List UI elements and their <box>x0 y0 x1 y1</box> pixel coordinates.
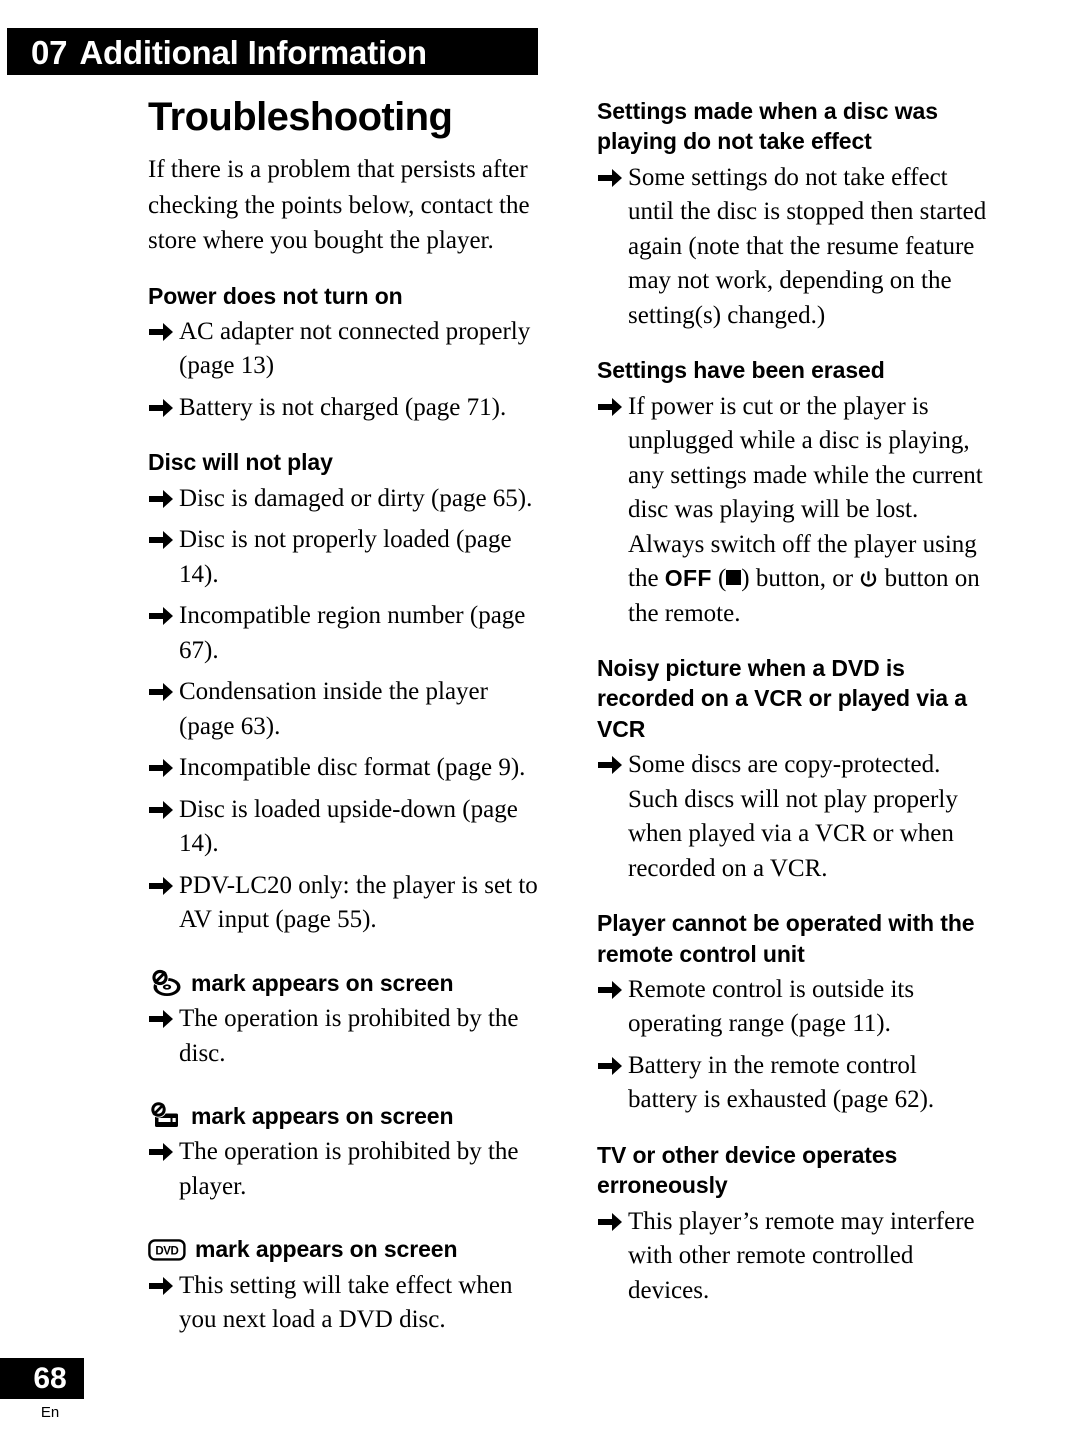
left-column: Troubleshooting If there is a problem th… <box>148 96 540 1345</box>
list-tv-erroneous: This player’s remote may interfere with … <box>597 1205 989 1309</box>
list-item: Some discs are copy-protected. Such disc… <box>597 748 989 886</box>
section-heading-settings-no-effect: Settings made when a disc was playing do… <box>597 98 938 155</box>
section-heading-tv-erroneous: TV or other device operates erroneously <box>597 1141 898 1199</box>
arrow-right-icon <box>597 390 623 424</box>
section-heading-power: Power does not turn on <box>148 282 403 309</box>
list-remote-control: Remote control is outside its operating … <box>597 973 989 1118</box>
list-item-text: This setting will take effect when you n… <box>179 1271 513 1334</box>
chapter-title: Additional Information <box>79 34 427 71</box>
off-button-label: OFF <box>664 565 712 592</box>
section-heading-dvd-mark: DVD mark appears on screen <box>148 1234 540 1264</box>
list-noisy-picture: Some discs are copy-protected. Such disc… <box>597 748 989 886</box>
arrow-right-icon <box>148 675 174 709</box>
section-heading-remote-control: Player cannot be operated with the remot… <box>597 910 975 967</box>
page-language-code: En <box>40 1404 60 1421</box>
power-icon <box>859 565 878 587</box>
arrow-right-icon <box>148 315 174 349</box>
list-item-text: This player’s remote may interfere with … <box>628 1207 975 1304</box>
list-item: Incompatible region number (page 67). <box>148 599 540 668</box>
list-item-text: Disc is damaged or dirty (page 65). <box>179 484 533 512</box>
arrow-right-icon <box>148 599 174 633</box>
arrow-right-icon <box>597 1049 623 1083</box>
list-item-text: Some discs are copy-protected. Such disc… <box>628 751 958 882</box>
page-title: Troubleshooting <box>148 95 453 139</box>
list-item-text: The operation is prohibited by the disc. <box>179 1005 519 1067</box>
arrow-right-icon <box>148 1002 174 1036</box>
section-heading-text: mark appears on screen <box>191 969 454 996</box>
list-disc-will-not-play: Disc is damaged or dirty (page 65). Disc… <box>148 482 540 938</box>
list-power: AC adapter not connected properly (page … <box>148 315 540 426</box>
arrow-right-icon <box>597 748 623 782</box>
list-item-text: Incompatible disc format (page 9). <box>179 754 526 782</box>
chapter-header-bar: 07 Additional Information <box>7 28 538 75</box>
list-item: Disc is damaged or dirty (page 65). <box>148 482 540 517</box>
dvd-badge-icon: DVD <box>148 1238 186 1262</box>
list-item-text: Remote control is outside its operating … <box>628 975 915 1038</box>
list-item-text: Some settings do not take effect until t… <box>628 163 987 329</box>
section-heading-settings-erased: Settings have been erased <box>597 357 885 384</box>
arrow-right-icon <box>148 1269 174 1303</box>
arrow-right-icon <box>597 973 623 1007</box>
list-item-text-before: If power is cut or the player is unplugg… <box>628 392 983 593</box>
list-item: Battery is not charged (page 71). <box>148 391 540 426</box>
arrow-right-icon <box>148 751 174 785</box>
arrow-right-icon <box>148 1135 174 1169</box>
list-item: AC adapter not connected properly (page … <box>148 315 540 384</box>
list-prohibited-player: The operation is prohibited by the playe… <box>148 1135 540 1204</box>
list-item: Disc is not properly loaded (page 14). <box>148 523 540 592</box>
list-item: This setting will take effect when you n… <box>148 1269 540 1338</box>
section-heading-text: mark appears on screen <box>195 1236 458 1263</box>
list-item: PDV-LC20 only: the player is set to AV i… <box>148 869 540 938</box>
arrow-right-icon <box>148 391 174 425</box>
arrow-right-icon <box>597 161 623 195</box>
list-item-text: Battery in the remote control battery is… <box>628 1051 935 1114</box>
svg-text:DVD: DVD <box>155 1245 178 1257</box>
arrow-right-icon <box>148 482 174 516</box>
arrow-right-icon <box>148 793 174 827</box>
arrow-right-icon <box>148 523 174 557</box>
list-item-text: PDV-LC20 only: the player is set to AV i… <box>179 871 538 934</box>
list-item-text: AC adapter not connected properly (page … <box>179 317 531 380</box>
prohibited-disc-icon <box>148 968 182 998</box>
page-number-badge: 68 <box>0 1358 84 1399</box>
stop-square-icon <box>726 570 742 586</box>
intro-paragraph: If there is a problem that persists afte… <box>148 156 530 254</box>
list-settings-erased: If power is cut or the player is unplugg… <box>597 390 989 632</box>
list-prohibited-disc: The operation is prohibited by the disc. <box>148 1002 540 1071</box>
section-heading-prohibited-player-mark: mark appears on screen <box>148 1101 540 1131</box>
arrow-right-icon <box>148 869 174 903</box>
arrow-right-icon <box>597 1205 623 1239</box>
list-item-text: The operation is prohibited by the playe… <box>179 1138 519 1200</box>
list-item: The operation is prohibited by the disc. <box>148 1002 540 1071</box>
list-item: Battery in the remote control battery is… <box>597 1049 989 1118</box>
list-item: Disc is loaded upside-down (page 14). <box>148 793 540 862</box>
prohibited-player-icon <box>148 1101 182 1131</box>
list-item: Incompatible disc format (page 9). <box>148 751 540 786</box>
list-item-text-middle: button, or <box>749 565 860 593</box>
right-column: Settings made when a disc was playing do… <box>597 96 989 1315</box>
list-item: This player’s remote may interfere with … <box>597 1205 989 1309</box>
page-number: 68 <box>33 1361 67 1395</box>
list-dvd-mark: This setting will take effect when you n… <box>148 1269 540 1338</box>
list-item-text: Battery is not charged (page 71). <box>179 393 507 421</box>
list-item: Condensation inside the player (page 63)… <box>148 675 540 744</box>
section-heading-noisy-picture: Noisy picture when a DVD is recorded on … <box>597 655 967 742</box>
list-item-text: Incompatible region number (page 67). <box>179 602 526 664</box>
section-heading-prohibited-disc-mark: mark appears on screen <box>148 968 540 998</box>
list-item: Remote control is outside its operating … <box>597 973 989 1042</box>
list-item: The operation is prohibited by the playe… <box>148 1135 540 1204</box>
chapter-number: 07 <box>31 34 68 71</box>
section-heading-disc-will-not-play: Disc will not play <box>148 449 333 476</box>
list-item: Some settings do not take effect until t… <box>597 161 989 334</box>
list-item-text: Disc is loaded upside-down (page 14). <box>179 795 518 858</box>
list-item-text: Condensation inside the player (page 63)… <box>179 678 488 740</box>
list-item: If power is cut or the player is unplugg… <box>597 390 989 632</box>
section-heading-text: mark appears on screen <box>191 1103 454 1130</box>
list-settings-no-effect: Some settings do not take effect until t… <box>597 161 989 334</box>
list-item-text: Disc is not properly loaded (page 14). <box>179 526 512 588</box>
